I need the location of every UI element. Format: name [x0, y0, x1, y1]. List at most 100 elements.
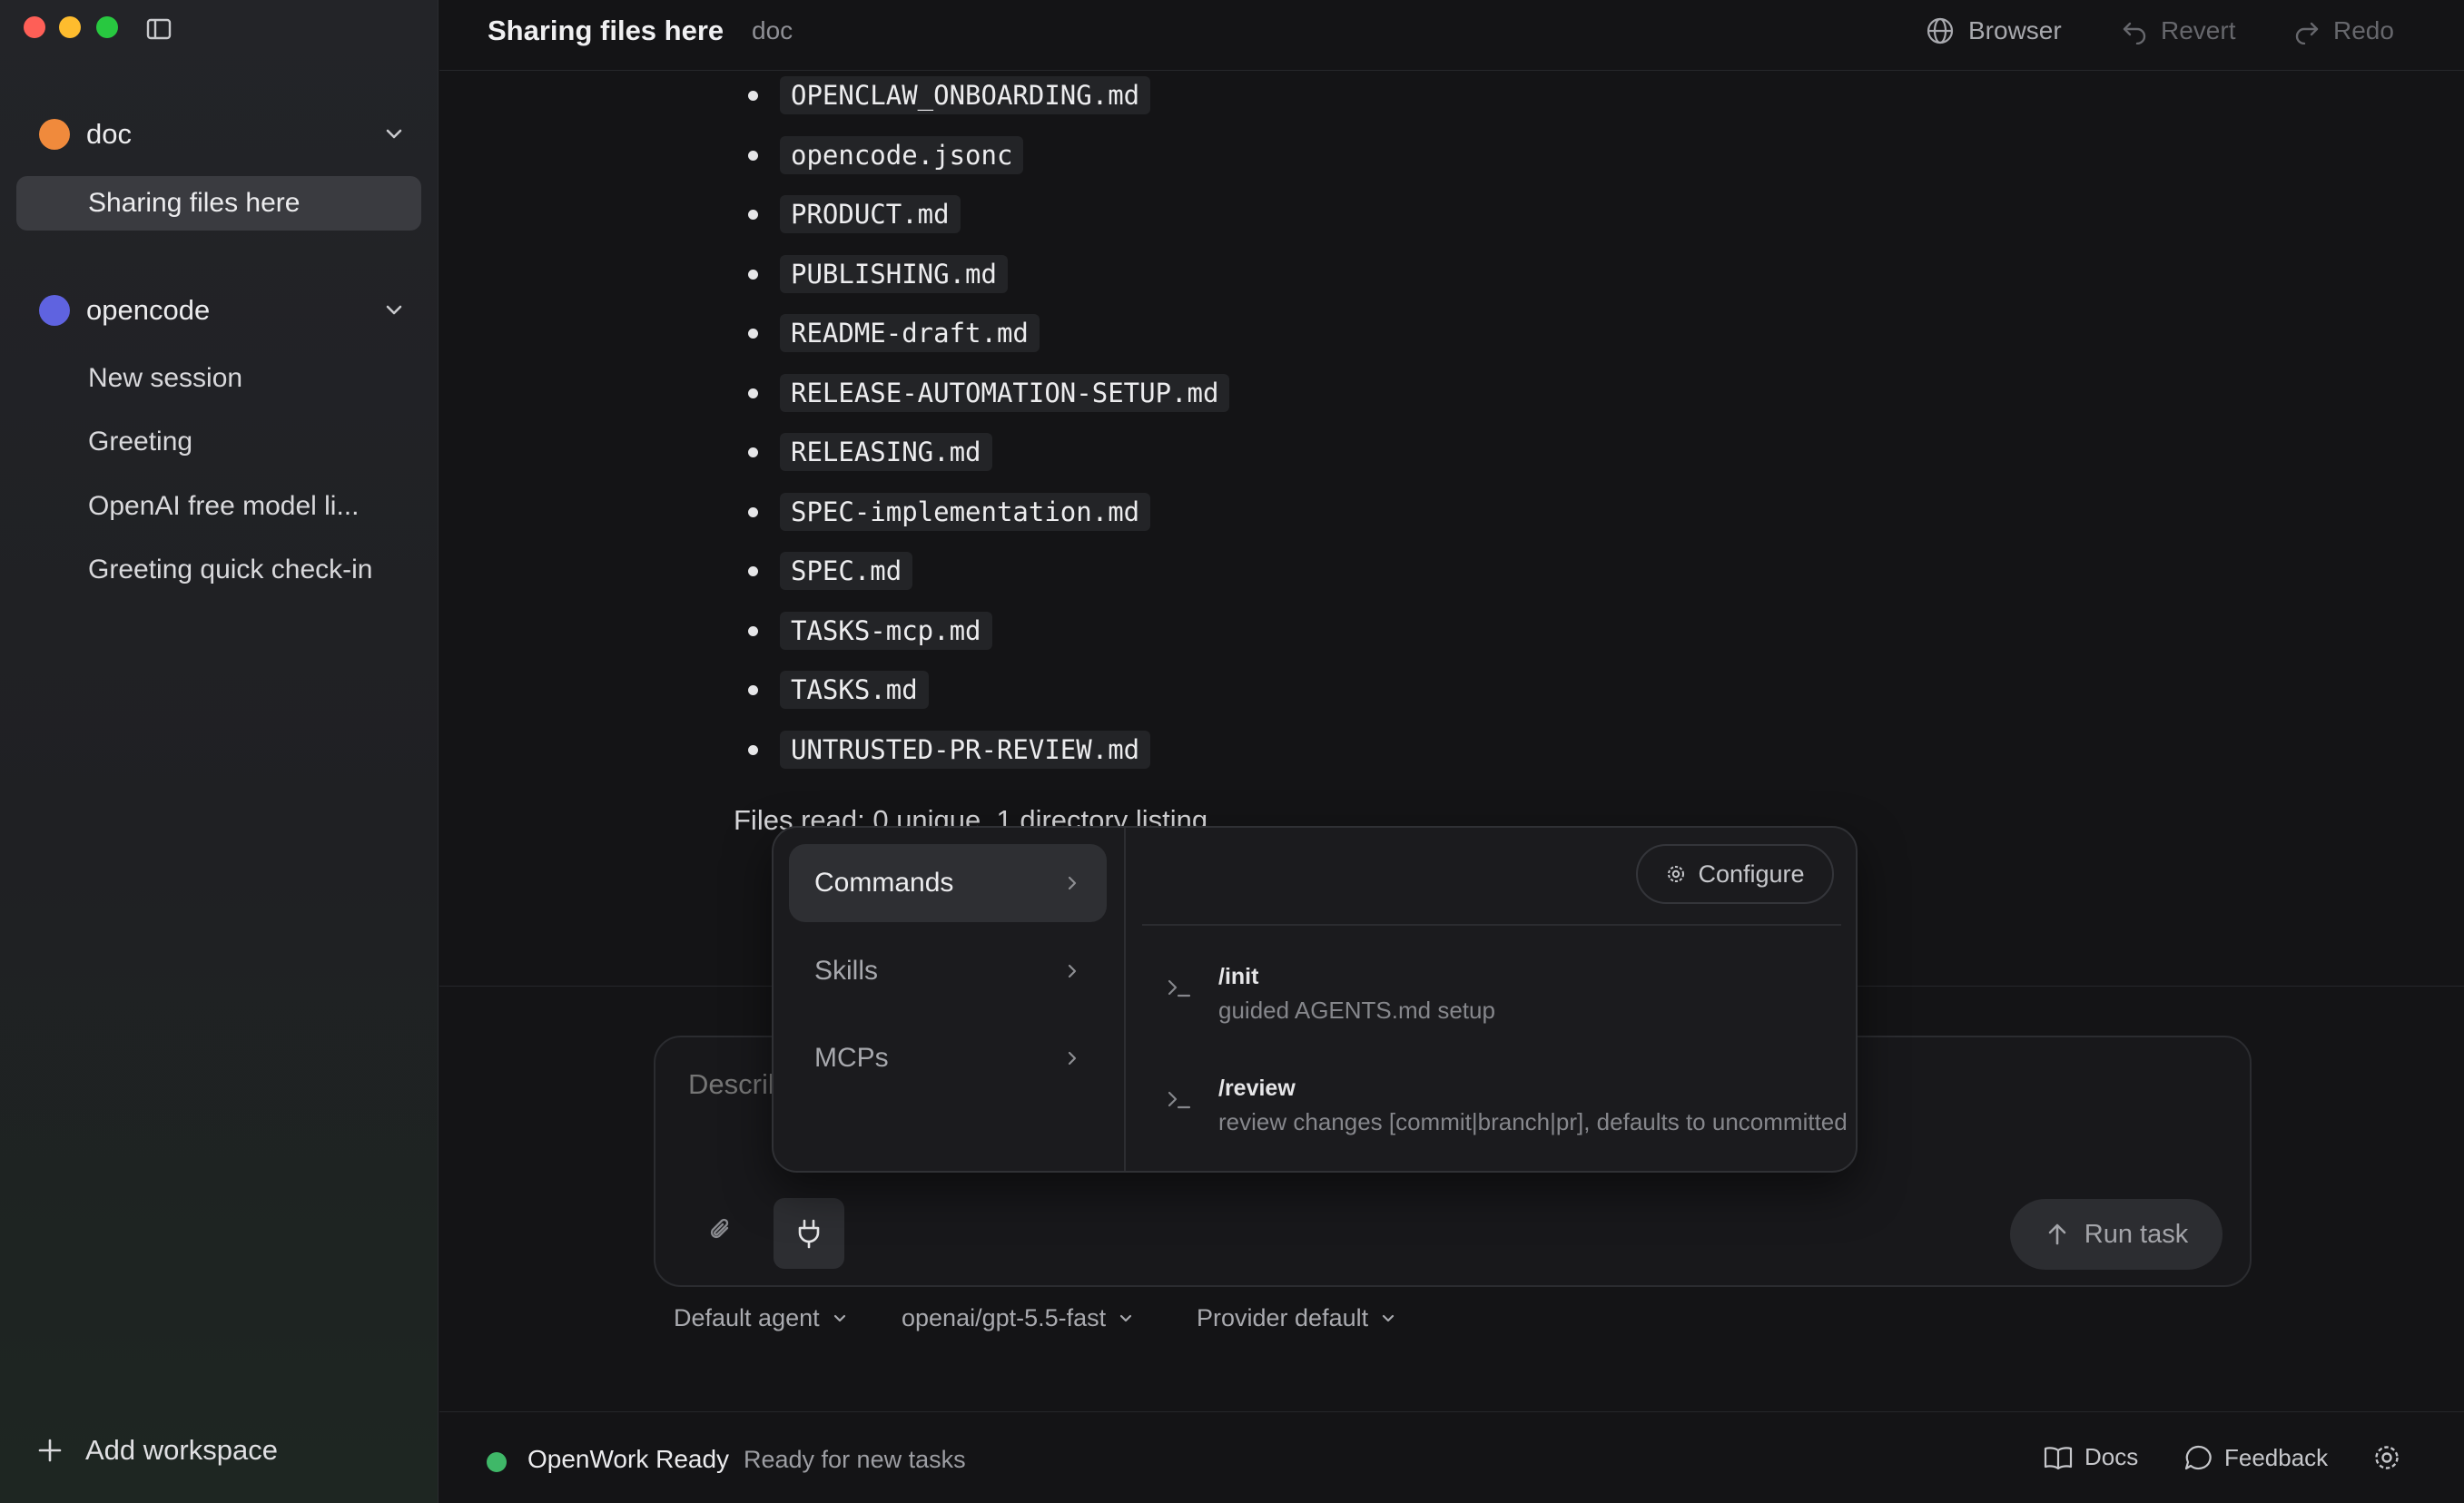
docs-link[interactable]: Docs: [2043, 1443, 2138, 1471]
status-bar: OpenWork Ready Ready for new tasks Docs …: [439, 1411, 2464, 1503]
feedback-label: Feedback: [2224, 1443, 2329, 1471]
chevron-down-icon[interactable]: [381, 298, 407, 323]
session-label: Greeting: [88, 427, 193, 457]
status-text: Ready for new tasks: [744, 1446, 966, 1473]
menu-item-label: Commands: [814, 868, 954, 898]
revert-label: Revert: [2161, 16, 2236, 44]
chevron-down-icon[interactable]: [381, 122, 407, 147]
configure-label: Configure: [1698, 860, 1805, 888]
list-item: README-draft.md: [748, 314, 1040, 352]
arrow-up-icon: [2048, 1223, 2066, 1245]
add-workspace-label: Add workspace: [85, 1434, 278, 1466]
docs-label: Docs: [2085, 1443, 2139, 1470]
browser-button[interactable]: Browser: [1925, 13, 2062, 49]
session-item-sharing-files[interactable]: Sharing files here: [16, 176, 421, 231]
run-task-button[interactable]: Run task: [2010, 1199, 2223, 1270]
commands-popover: Commands Skills MCPs Configure /init gui…: [772, 826, 1858, 1173]
redo-button[interactable]: Redo: [2293, 13, 2394, 49]
session-label: Greeting quick check-in: [88, 555, 373, 584]
chevron-down-icon: [1383, 1314, 1395, 1321]
undo-icon: [2123, 22, 2146, 44]
bullet: [748, 328, 758, 339]
file-name: SPEC-implementation.md: [780, 493, 1151, 531]
page-title: Sharing files here: [488, 15, 724, 46]
agent-selector[interactable]: Default agent: [674, 1304, 849, 1332]
bullet: [748, 506, 758, 517]
file-name: TASKS-mcp.md: [780, 612, 992, 650]
workspace-header-opencode[interactable]: opencode: [18, 285, 418, 336]
list-item: RELEASE-AUTOMATION-SETUP.md: [748, 374, 1230, 412]
file-name: TASKS.md: [780, 671, 929, 709]
session-item-new-session[interactable]: New session: [16, 351, 421, 406]
configure-button[interactable]: Configure: [1636, 844, 1834, 904]
chevron-down-icon: [1120, 1314, 1132, 1321]
file-name: PUBLISHING.md: [780, 255, 1008, 293]
menu-item-label: MCPs: [814, 1043, 889, 1073]
model-selector-label: openai/gpt-5.5-fast: [902, 1304, 1107, 1331]
menu-item-commands[interactable]: Commands: [789, 844, 1107, 922]
bullet: [748, 684, 758, 695]
book-icon: [2044, 1446, 2073, 1469]
bullet: [748, 209, 758, 220]
command-name: /review: [1218, 1076, 1296, 1101]
file-name: PRODUCT.md: [780, 195, 961, 233]
feedback-link[interactable]: Feedback: [2183, 1443, 2328, 1472]
window-minimize-button[interactable]: [59, 16, 81, 38]
bullet: [748, 447, 758, 457]
terminal-icon: [1168, 979, 1191, 997]
session-label: OpenAI free model li...: [88, 491, 360, 521]
chevron-right-icon: [1068, 876, 1077, 890]
status-indicator: [487, 1452, 507, 1472]
session-label: New session: [88, 363, 243, 393]
menu-item-mcps[interactable]: MCPs: [789, 1019, 1107, 1097]
list-item: OPENCLAW_ONBOARDING.md: [748, 76, 1151, 114]
gear-icon: [1668, 866, 1685, 882]
list-item: SPEC-implementation.md: [748, 493, 1151, 531]
command-name: /init: [1218, 964, 1259, 989]
workspace-name: doc: [86, 118, 132, 150]
menu-item-skills[interactable]: Skills: [789, 932, 1107, 1010]
file-name: RELEASING.md: [780, 433, 992, 471]
provider-selector[interactable]: Provider default: [1197, 1304, 1397, 1332]
session-item-greeting[interactable]: Greeting: [16, 415, 421, 469]
session-label: Sharing files here: [88, 188, 301, 218]
list-item: PRODUCT.md: [748, 195, 961, 233]
model-selector[interactable]: openai/gpt-5.5-fast: [902, 1304, 1135, 1332]
sidebar-toggle-icon[interactable]: [145, 16, 174, 42]
chevron-right-icon: [1068, 1051, 1077, 1066]
redo-icon: [2295, 22, 2319, 44]
window-close-button[interactable]: [24, 16, 45, 38]
list-item: PUBLISHING.md: [748, 255, 1008, 293]
revert-button[interactable]: Revert: [2121, 13, 2235, 49]
command-item-init[interactable]: /init guided AGENTS.md setup: [1142, 951, 1856, 1042]
settings-button[interactable]: [2370, 1441, 2403, 1478]
list-item: UNTRUSTED-PR-REVIEW.md: [748, 731, 1151, 769]
divider: [1142, 924, 1841, 926]
bullet: [748, 90, 758, 101]
attach-button[interactable]: [701, 1210, 741, 1250]
file-name: opencode.jsonc: [780, 136, 1024, 174]
command-description: guided AGENTS.md setup: [1218, 997, 1495, 1024]
run-task-label: Run task: [2084, 1219, 2189, 1249]
command-item-review[interactable]: /review review changes [commit|branch|pr…: [1142, 1063, 1856, 1154]
bullet: [748, 269, 758, 280]
session-item-openai-free-model[interactable]: OpenAI free model li...: [16, 479, 421, 534]
bullet: [748, 150, 758, 161]
bullet: [748, 565, 758, 576]
command-description: review changes [commit|branch|pr], defau…: [1218, 1108, 1848, 1135]
file-name: RELEASE-AUTOMATION-SETUP.md: [780, 374, 1230, 412]
top-bar: Sharing files here doc Browser Revert Re…: [439, 0, 2464, 71]
add-workspace-button[interactable]: Add workspace: [36, 1434, 278, 1467]
chevron-right-icon: [1068, 964, 1077, 978]
gear-icon: [2375, 1446, 2399, 1469]
workspace-name: opencode: [86, 294, 211, 326]
window-maximize-button[interactable]: [96, 16, 118, 38]
page-subtitle: doc: [752, 16, 793, 44]
session-item-greeting-check-in[interactable]: Greeting quick check-in: [16, 543, 421, 597]
plug-icon: [798, 1219, 820, 1249]
bullet: [748, 744, 758, 755]
workspace-color-dot: [39, 295, 70, 326]
list-item: TASKS.md: [748, 671, 929, 709]
plugins-button[interactable]: [774, 1198, 844, 1269]
workspace-header-doc[interactable]: doc: [18, 109, 418, 160]
